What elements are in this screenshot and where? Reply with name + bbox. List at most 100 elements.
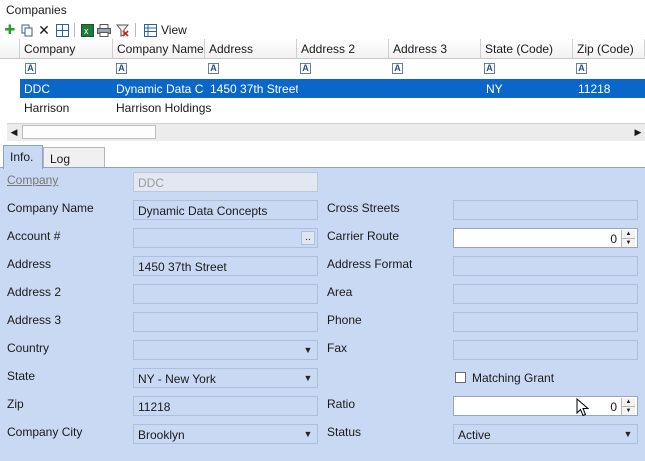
view-button[interactable]: View xyxy=(161,23,187,37)
company-name-label: Company Name xyxy=(7,201,94,215)
toolbar-separator xyxy=(74,23,75,37)
state-label: State xyxy=(7,369,36,383)
address-label: Address xyxy=(7,257,52,271)
filter-icon-address[interactable]: A xyxy=(208,63,219,74)
company-value: DDC xyxy=(138,176,164,190)
company-city-dropdown[interactable]: Brooklyn ▼ xyxy=(133,424,318,444)
account-lookup-button[interactable]: .. xyxy=(301,231,315,245)
excel-icon[interactable]: x xyxy=(80,23,94,37)
add-icon[interactable]: ✚ xyxy=(3,23,17,37)
ratio-stepper[interactable]: 0 ▲ ▼ xyxy=(453,396,638,416)
company-name-field[interactable]: Dynamic Data Concepts xyxy=(133,200,318,220)
filter-icon-company-name[interactable]: A xyxy=(116,63,127,74)
tab-log-fields[interactable]: Log Fields xyxy=(43,147,105,180)
account-label: Account # xyxy=(7,229,61,243)
ratio-value: 0 xyxy=(610,400,617,414)
cell-company: Harrison xyxy=(24,101,70,115)
spin-buttons: ▲ ▼ xyxy=(621,230,636,247)
copy-icon[interactable] xyxy=(20,23,34,37)
filter-icon-state-code[interactable]: A xyxy=(484,63,495,74)
filter-icon-company[interactable]: A xyxy=(25,63,36,74)
column-header-zip-code[interactable]: Zip (Code) xyxy=(573,39,645,59)
zip-field[interactable]: 11218 xyxy=(133,396,318,416)
tab-strip: Info. Log Fields xyxy=(0,145,645,180)
company-field: DDC xyxy=(133,172,318,192)
status-label: Status xyxy=(327,425,362,439)
country-dropdown[interactable]: ▼ xyxy=(133,340,318,360)
companies-grid: Company Company Name Address Address 2 A… xyxy=(0,39,645,141)
spin-buttons: ▲ ▼ xyxy=(621,398,636,415)
phone-field[interactable] xyxy=(453,312,638,332)
grid-layout-icon[interactable] xyxy=(55,23,69,37)
filter-row: A A A A A A A xyxy=(0,60,645,78)
toolbar-separator xyxy=(135,23,136,37)
filter-icon-address-3[interactable]: A xyxy=(392,63,403,74)
view-icon[interactable] xyxy=(143,23,157,37)
address-3-label: Address 3 xyxy=(7,313,62,327)
matching-grant-checkbox[interactable] xyxy=(455,372,466,383)
account-field[interactable]: .. xyxy=(133,228,318,248)
address-format-label: Address Format xyxy=(327,257,413,271)
status-dropdown[interactable]: Active ▼ xyxy=(453,424,638,444)
column-header-company-name[interactable]: Company Name xyxy=(113,39,205,59)
address-format-field[interactable] xyxy=(453,256,638,276)
column-header-state-code[interactable]: State (Code) xyxy=(481,39,573,59)
matching-grant-label[interactable]: Matching Grant xyxy=(472,371,554,385)
column-header-company[interactable]: Company xyxy=(20,39,113,59)
state-value: NY - New York xyxy=(138,372,216,386)
print-icon[interactable] xyxy=(97,23,111,37)
chevron-down-icon[interactable]: ▼ xyxy=(300,426,316,442)
svg-text:x: x xyxy=(84,26,89,36)
company-city-label: Company City xyxy=(7,425,83,439)
row-selector-header xyxy=(0,39,20,59)
company-city-value: Brooklyn xyxy=(138,428,185,442)
scroll-thumb[interactable] xyxy=(22,125,156,139)
fax-field[interactable] xyxy=(453,340,638,360)
company-label[interactable]: Company xyxy=(7,173,58,187)
filter-icon-address-2[interactable]: A xyxy=(300,63,311,74)
state-dropdown[interactable]: NY - New York ▼ xyxy=(133,368,318,388)
filter-icon-zip-code[interactable]: A xyxy=(576,63,587,74)
column-header-address-3[interactable]: Address 3 xyxy=(389,39,481,59)
window-title: Companies xyxy=(6,3,67,17)
mouse-cursor-icon xyxy=(576,398,590,417)
delete-icon[interactable]: ✕ xyxy=(37,23,51,37)
cross-streets-label: Cross Streets xyxy=(327,201,400,215)
address-3-field[interactable] xyxy=(133,312,318,332)
cell-state-code: NY xyxy=(486,82,503,96)
chevron-down-icon[interactable]: ▼ xyxy=(620,426,636,442)
company-name-value: Dynamic Data Concepts xyxy=(138,204,268,218)
column-header-address[interactable]: Address xyxy=(205,39,297,59)
area-label: Area xyxy=(327,285,353,299)
cell-company-name: Dynamic Data Co xyxy=(116,82,204,96)
zip-label: Zip xyxy=(7,397,24,411)
filter-clear-icon[interactable] xyxy=(115,23,129,37)
spin-up-icon[interactable]: ▲ xyxy=(622,398,635,407)
spin-down-icon[interactable]: ▼ xyxy=(622,407,635,415)
info-panel: Company Company Name Account # Address A… xyxy=(0,167,645,461)
table-row[interactable]: Harrison Harrison Holdings xyxy=(20,98,645,117)
table-row[interactable]: DDC Dynamic Data Co 1450 37th Street NY … xyxy=(20,79,645,98)
ratio-label: Ratio xyxy=(327,397,356,411)
spin-down-icon[interactable]: ▼ xyxy=(622,239,635,247)
carrier-route-stepper[interactable]: 0 ▲ ▼ xyxy=(453,228,638,248)
cell-company: DDC xyxy=(24,82,50,96)
carrier-route-value: 0 xyxy=(610,232,617,246)
address-2-field[interactable] xyxy=(133,284,318,304)
address-value: 1450 37th Street xyxy=(138,260,227,274)
column-header-address-2[interactable]: Address 2 xyxy=(297,39,389,59)
scroll-left-arrow-icon[interactable]: ◀ xyxy=(7,124,21,141)
spin-up-icon[interactable]: ▲ xyxy=(622,230,635,239)
area-field[interactable] xyxy=(453,284,638,304)
tab-info[interactable]: Info. xyxy=(3,145,43,169)
fax-label: Fax xyxy=(327,341,348,355)
horizontal-scrollbar[interactable]: ◀ ▶ xyxy=(7,123,645,141)
address-field[interactable]: 1450 37th Street xyxy=(133,256,318,276)
address-2-label: Address 2 xyxy=(7,285,62,299)
chevron-down-icon[interactable]: ▼ xyxy=(300,342,316,358)
phone-label: Phone xyxy=(327,313,362,327)
cross-streets-field[interactable] xyxy=(453,200,638,220)
scroll-right-arrow-icon[interactable]: ▶ xyxy=(631,124,645,141)
cell-address: 1450 37th Street xyxy=(210,82,298,96)
chevron-down-icon[interactable]: ▼ xyxy=(300,370,316,386)
